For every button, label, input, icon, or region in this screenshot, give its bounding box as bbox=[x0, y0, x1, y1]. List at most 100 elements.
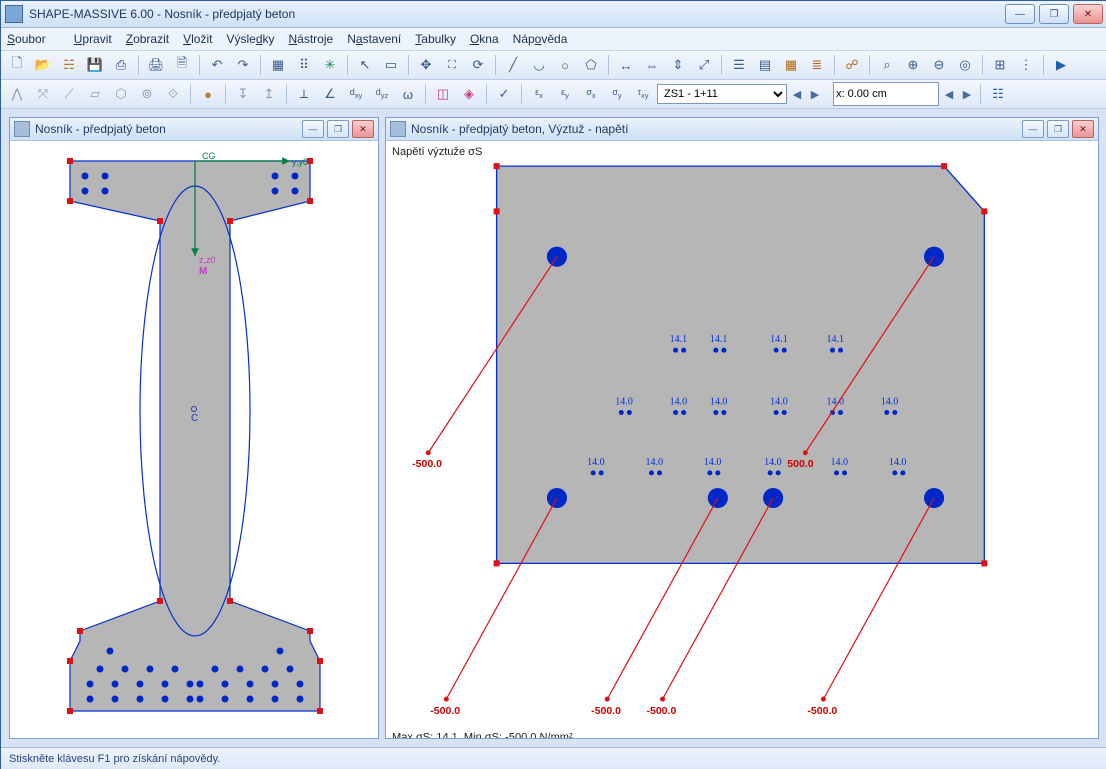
snap-icon[interactable]: ✳ bbox=[318, 53, 342, 77]
dim3-icon[interactable]: ⇕ bbox=[666, 53, 690, 77]
rect-icon[interactable]: ▭ bbox=[379, 53, 403, 77]
statusbar: Stiskněte klávesu F1 pro získání nápověd… bbox=[1, 747, 1106, 769]
misc2-icon[interactable]: ⋮ bbox=[1014, 53, 1038, 77]
table2-icon[interactable]: ▤ bbox=[753, 53, 777, 77]
polygon-icon[interactable]: ⬠ bbox=[579, 53, 603, 77]
svg-text:-500.0: -500.0 bbox=[807, 705, 837, 717]
check-icon[interactable]: ✓ bbox=[492, 82, 516, 106]
table-icon[interactable]: ☰ bbox=[727, 53, 751, 77]
omega-icon[interactable]: ω bbox=[396, 82, 420, 106]
zoom-in-icon[interactable]: ⊕ bbox=[901, 53, 925, 77]
sy-icon[interactable]: σy bbox=[605, 82, 629, 106]
redo-icon[interactable]: ↷ bbox=[231, 53, 255, 77]
lc-next-icon[interactable]: ▶ bbox=[807, 86, 823, 102]
edge7-icon[interactable]: ⟐ bbox=[161, 82, 185, 106]
dim2-icon[interactable]: ⇔ bbox=[640, 53, 664, 77]
menu-okna[interactable]: Okna bbox=[470, 32, 499, 46]
library-icon[interactable]: ☵ bbox=[57, 53, 81, 77]
circle-icon[interactable]: ○ bbox=[553, 53, 577, 77]
pan-icon[interactable]: ⛶ bbox=[440, 53, 464, 77]
left-max-button[interactable]: ❐ bbox=[327, 120, 349, 138]
dyz-icon[interactable]: dyz bbox=[370, 82, 394, 106]
dim1-icon[interactable]: ↔ bbox=[614, 53, 638, 77]
sxy-icon[interactable]: τxy bbox=[631, 82, 655, 106]
close-button[interactable]: ✕ bbox=[1073, 4, 1103, 24]
layers-icon[interactable]: ≣ bbox=[805, 53, 829, 77]
minimize-button[interactable]: — bbox=[1005, 4, 1035, 24]
menu-vlozit[interactable]: Vložit bbox=[183, 32, 212, 46]
svg-text:14.0: 14.0 bbox=[881, 396, 899, 407]
move-icon[interactable]: ✥ bbox=[414, 53, 438, 77]
run-icon[interactable]: ▶ bbox=[1049, 53, 1073, 77]
lc-prev-icon[interactable]: ◀ bbox=[789, 86, 805, 102]
svg-text:-500.0: -500.0 bbox=[430, 705, 460, 717]
edge1-icon[interactable]: ⋀ bbox=[5, 82, 29, 106]
menu-soubor[interactable]: Soubor bbox=[7, 32, 60, 46]
save-all-icon[interactable]: ⎙ bbox=[109, 53, 133, 77]
grid-icon[interactable]: ▦ bbox=[266, 53, 290, 77]
loadcase-combo[interactable]: ZS1 - 1+11 bbox=[657, 84, 787, 104]
rotate-icon[interactable]: ⟳ bbox=[466, 53, 490, 77]
dxy-icon[interactable]: dxy bbox=[344, 82, 368, 106]
menu-vysledky[interactable]: Výsledky bbox=[226, 32, 274, 46]
menu-nastroje[interactable]: Nástroje bbox=[289, 32, 334, 46]
left-close-button[interactable]: ✕ bbox=[352, 120, 374, 138]
right-close-button[interactable]: ✕ bbox=[1072, 120, 1094, 138]
line-icon[interactable]: ╱ bbox=[501, 53, 525, 77]
edge3-icon[interactable]: ⟋ bbox=[57, 82, 81, 106]
edge6-icon[interactable]: ⊚ bbox=[135, 82, 159, 106]
svg-text:14.1: 14.1 bbox=[710, 334, 728, 345]
right-max-button[interactable]: ❐ bbox=[1047, 120, 1069, 138]
misc1-icon[interactable]: ⊞ bbox=[988, 53, 1012, 77]
open-icon[interactable]: 📂 bbox=[31, 53, 55, 77]
left-min-button[interactable]: — bbox=[302, 120, 324, 138]
right-pane-title-text: Nosník - předpjatý beton, Výztuž - napět… bbox=[411, 122, 628, 136]
sx-icon[interactable]: σx bbox=[579, 82, 603, 106]
x-input[interactable] bbox=[833, 82, 939, 106]
svg-text:z,z0: z,z0 bbox=[199, 255, 216, 265]
new-icon[interactable]: 🗋 bbox=[5, 53, 29, 77]
svg-text:14.0: 14.0 bbox=[704, 457, 722, 468]
edge4-icon[interactable]: ▱ bbox=[83, 82, 107, 106]
pointer-icon[interactable]: ↖ bbox=[353, 53, 377, 77]
t2a-icon[interactable]: ↧ bbox=[231, 82, 255, 106]
svg-text:14.0: 14.0 bbox=[670, 396, 688, 407]
right-min-button[interactable]: — bbox=[1022, 120, 1044, 138]
color1-icon[interactable]: ● bbox=[196, 82, 220, 106]
panel-icon[interactable]: ☷ bbox=[986, 82, 1010, 106]
x-prev-icon[interactable]: ◀ bbox=[941, 86, 957, 102]
print-preview-icon[interactable]: 🗎 bbox=[170, 53, 194, 77]
ey-icon[interactable]: εy bbox=[553, 82, 577, 106]
save-icon[interactable]: 💾 bbox=[83, 53, 107, 77]
table3-icon[interactable]: ▦ bbox=[779, 53, 803, 77]
plot2-icon[interactable]: ◈ bbox=[457, 82, 481, 106]
x-next-icon[interactable]: ▶ bbox=[959, 86, 975, 102]
zoom-window-icon[interactable]: ⌕ bbox=[875, 53, 899, 77]
left-canvas[interactable]: CG y,y0 z,z0 M C bbox=[10, 141, 378, 738]
print-icon[interactable]: 🖨 bbox=[144, 53, 168, 77]
angle-icon[interactable]: ∠ bbox=[318, 82, 342, 106]
dim4-icon[interactable]: ⤢ bbox=[692, 53, 716, 77]
results-icon[interactable]: ☍ bbox=[840, 53, 864, 77]
svg-text:14.1: 14.1 bbox=[670, 334, 688, 345]
arc-icon[interactable]: ◡ bbox=[527, 53, 551, 77]
edge2-icon[interactable]: ⤧ bbox=[31, 82, 55, 106]
edge5-icon[interactable]: ⬡ bbox=[109, 82, 133, 106]
maximize-button[interactable]: ❐ bbox=[1039, 4, 1069, 24]
menu-upravit[interactable]: Upravit bbox=[74, 32, 112, 46]
menu-zobrazit[interactable]: Zobrazit bbox=[126, 32, 169, 46]
svg-text:CG: CG bbox=[202, 151, 216, 161]
menu-nastaveni[interactable]: Nastavení bbox=[347, 32, 401, 46]
t2c-icon[interactable]: ⟂ bbox=[292, 82, 316, 106]
zoom-out-icon[interactable]: ⊖ bbox=[927, 53, 951, 77]
dots-icon[interactable]: ⠿ bbox=[292, 53, 316, 77]
zoom-fit-icon[interactable]: ◎ bbox=[953, 53, 977, 77]
menu-tabulky[interactable]: Tabulky bbox=[415, 32, 456, 46]
right-canvas[interactable]: Napětí výztuže σS bbox=[386, 141, 1098, 738]
svg-text:-500.0: -500.0 bbox=[591, 705, 621, 717]
t2b-icon[interactable]: ↥ bbox=[257, 82, 281, 106]
menu-napoveda[interactable]: Nápověda bbox=[513, 32, 568, 46]
undo-icon[interactable]: ↶ bbox=[205, 53, 229, 77]
ex-icon[interactable]: εx bbox=[527, 82, 551, 106]
plot1-icon[interactable]: ◫ bbox=[431, 82, 455, 106]
